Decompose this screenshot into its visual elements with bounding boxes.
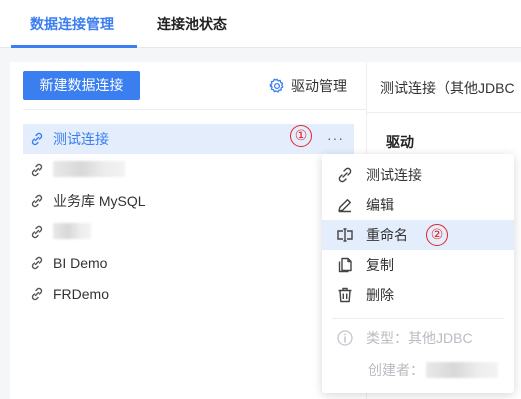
menu-item-copy[interactable]: 复制 bbox=[322, 250, 514, 280]
connection-item-bi-demo[interactable]: BI Demo bbox=[23, 248, 354, 278]
link-icon bbox=[29, 255, 45, 271]
menu-item-label: 编辑 bbox=[366, 197, 394, 213]
new-connection-button[interactable]: 新建数据连接 bbox=[23, 71, 140, 100]
link-icon bbox=[29, 224, 45, 240]
connection-type-info: 类型：其他JDBC bbox=[336, 328, 473, 348]
top-tab-bar: 数据连接管理 连接池状态 bbox=[0, 0, 521, 48]
edit-icon bbox=[336, 196, 354, 214]
link-icon bbox=[29, 162, 45, 178]
connection-list-panel: 新建数据连接 驱动管理 测试连接 ··· ① 业务库 MySQL BI Demo… bbox=[10, 62, 366, 399]
tab-data-connection-management[interactable]: 数据连接管理 bbox=[30, 14, 114, 34]
menu-item-label: 复制 bbox=[366, 257, 394, 273]
menu-divider bbox=[332, 318, 504, 319]
divider bbox=[23, 109, 366, 110]
connection-name: FRDemo bbox=[53, 286, 110, 302]
link-icon bbox=[29, 286, 45, 302]
driver-section-label: 驱动 bbox=[386, 134, 414, 150]
divider bbox=[367, 112, 521, 113]
info-icon bbox=[336, 329, 354, 347]
connection-detail-title: 测试连接（其他JDBC bbox=[380, 80, 515, 96]
link-icon bbox=[336, 166, 354, 184]
driver-management-label: 驱动管理 bbox=[291, 78, 347, 94]
creator-label: 创建者： bbox=[368, 362, 424, 378]
connection-name: BI Demo bbox=[53, 255, 108, 271]
connection-item-redacted[interactable] bbox=[23, 155, 354, 185]
connection-name: 测试连接 bbox=[53, 131, 109, 147]
connection-item-business-mysql[interactable]: 业务库 MySQL bbox=[23, 186, 354, 216]
driver-management-button[interactable]: 驱动管理 bbox=[269, 76, 347, 96]
connection-name-redacted bbox=[53, 160, 125, 180]
menu-item-rename[interactable]: 重命名 bbox=[322, 220, 514, 250]
gear-icon bbox=[269, 78, 285, 94]
link-icon bbox=[29, 193, 45, 209]
link-icon bbox=[29, 131, 45, 147]
connection-context-menu: 测试连接 编辑 重命名 ② 复制 删除 类型：其他JDBC 创建者： bbox=[322, 154, 514, 393]
connection-name: 业务库 MySQL bbox=[53, 193, 146, 209]
trash-icon bbox=[336, 286, 354, 304]
rename-icon bbox=[336, 226, 354, 244]
connection-item-frdemo[interactable]: FRDemo bbox=[23, 279, 354, 309]
connection-item-redacted[interactable] bbox=[23, 217, 354, 247]
menu-item-label: 重命名 bbox=[366, 227, 408, 243]
connection-name-redacted bbox=[53, 222, 91, 242]
copy-icon bbox=[336, 256, 354, 274]
menu-item-edit[interactable]: 编辑 bbox=[322, 190, 514, 220]
active-tab-indicator bbox=[11, 45, 137, 48]
annotation-marker-2: ② bbox=[426, 224, 448, 246]
creator-info: 创建者： bbox=[368, 360, 498, 380]
more-options-button[interactable]: ··· bbox=[327, 131, 344, 145]
tab-connection-pool-status[interactable]: 连接池状态 bbox=[157, 14, 227, 34]
menu-item-label: 测试连接 bbox=[366, 167, 422, 183]
connection-type-label: 类型：其他JDBC bbox=[366, 330, 473, 346]
annotation-marker-1: ① bbox=[290, 125, 312, 147]
creator-name-redacted bbox=[426, 362, 498, 378]
menu-item-label: 删除 bbox=[366, 287, 394, 303]
menu-item-delete[interactable]: 删除 bbox=[322, 280, 514, 310]
menu-item-test-connection[interactable]: 测试连接 bbox=[322, 160, 514, 190]
